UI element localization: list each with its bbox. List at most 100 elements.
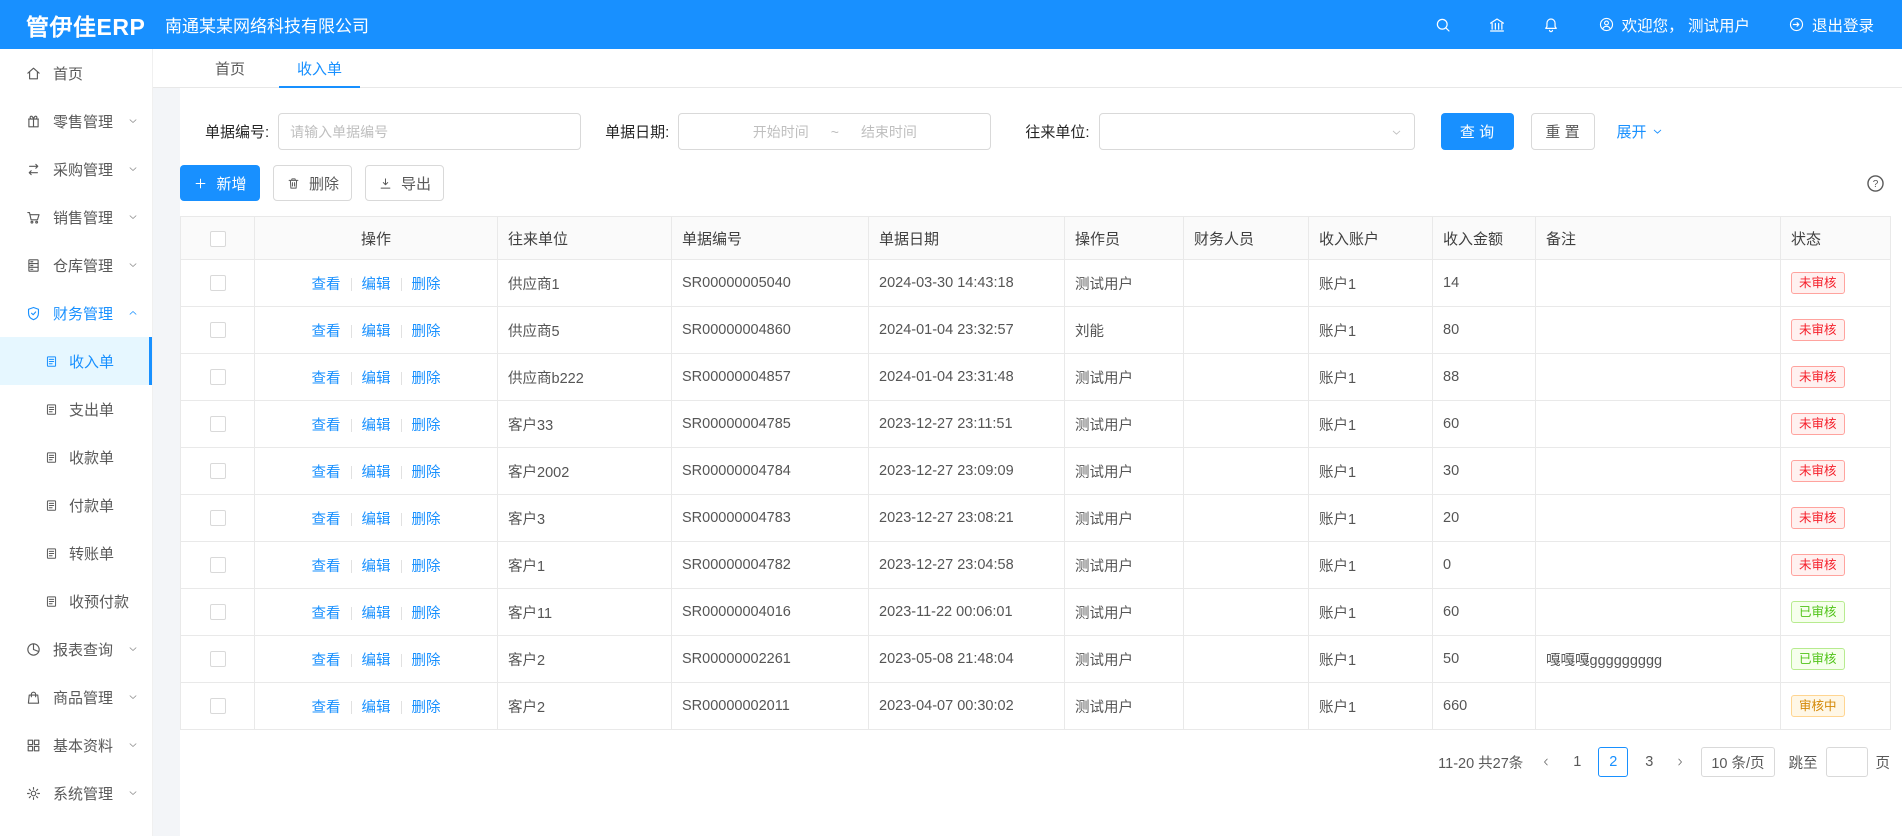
view-link[interactable]: 查看 [312,418,341,434]
delete-link[interactable]: 删除 [412,512,441,528]
delete-link[interactable]: 删除 [412,700,441,716]
table-row-2: 查看编辑删除 供应商5 SR00000004860 2024-01-04 23:… [181,307,1891,354]
sidebar-item-payment-bill[interactable]: 付款单 [0,481,152,529]
view-link[interactable]: 查看 [312,606,341,622]
search-icon[interactable] [1434,16,1452,34]
cell-amount: 88 [1433,354,1536,401]
doc-icon [44,450,59,465]
edit-link[interactable]: 编辑 [362,324,391,340]
delete-link[interactable]: 删除 [412,559,441,575]
logout-button[interactable]: 退出登录 [1788,14,1874,36]
view-link[interactable]: 查看 [312,559,341,575]
sidebar-item-advance-receipt[interactable]: 收预付款 [0,577,152,625]
bill-date-range-input[interactable]: 开始时间 ~ 结束时间 [678,113,991,150]
cell-remark [1536,260,1781,307]
jump-page-input[interactable] [1826,747,1868,777]
edit-link[interactable]: 编辑 [362,465,391,481]
app-header: 管伊佳ERP 南通某某网络科技有限公司 欢迎您， 测试用户 退出登录 [0,0,1902,49]
page-button-2[interactable]: 2 [1598,747,1628,777]
edit-link[interactable]: 编辑 [362,559,391,575]
prev-page-button[interactable] [1533,747,1559,777]
row-checkbox[interactable] [210,322,226,338]
export-button[interactable]: 导出 [365,165,444,201]
notification-bell-icon[interactable] [1542,16,1560,34]
download-icon [378,176,393,191]
cell-account: 账户1 [1309,542,1433,589]
row-checkbox[interactable] [210,604,226,620]
sidebar-item-system[interactable]: 系统管理 [0,769,152,817]
sidebar-item-warehouse[interactable]: 仓库管理 [0,241,152,289]
sidebar-item-income-bill[interactable]: 收入单 [0,337,152,385]
sidebar-item-home[interactable]: 首页 [0,49,152,97]
sidebar-item-transfer-bill[interactable]: 转账单 [0,529,152,577]
view-link[interactable]: 查看 [312,465,341,481]
delete-button[interactable]: 删除 [273,165,352,201]
page-number: 1 [1573,754,1581,770]
delete-link[interactable]: 删除 [412,606,441,622]
edit-link[interactable]: 编辑 [362,700,391,716]
delete-link[interactable]: 删除 [412,277,441,293]
row-checkbox[interactable] [210,275,226,291]
edit-link[interactable]: 编辑 [362,418,391,434]
platform-icon[interactable] [1488,16,1506,34]
help-icon[interactable]: ? [1865,173,1886,194]
sidebar-item-label: 支出单 [69,399,114,420]
page-button-1[interactable]: 1 [1562,747,1592,777]
edit-link[interactable]: 编辑 [362,371,391,387]
edit-link[interactable]: 编辑 [362,277,391,293]
delete-link[interactable]: 删除 [412,418,441,434]
row-checkbox[interactable] [210,369,226,385]
search-button[interactable]: 查 询 [1441,113,1514,150]
edit-link[interactable]: 编辑 [362,606,391,622]
select-all-checkbox[interactable] [210,231,226,247]
next-page-button[interactable] [1667,747,1693,777]
sidebar-item-finance[interactable]: 财务管理 [0,289,152,337]
sidebar-item-purchase[interactable]: 采购管理 [0,145,152,193]
cell-bill-no: SR00000002261 [672,636,869,683]
sidebar-item-expense-bill[interactable]: 支出单 [0,385,152,433]
partner-select[interactable] [1099,113,1415,150]
cell-finance-staff [1184,448,1309,495]
cell-bill-date: 2024-01-04 23:32:57 [869,307,1065,354]
chevron-down-icon [1390,126,1403,139]
row-checkbox[interactable] [210,463,226,479]
expand-toggle[interactable]: 展开 [1617,121,1664,142]
home-icon [25,65,42,82]
sidebar-item-sales[interactable]: 销售管理 [0,193,152,241]
table-row-4: 查看编辑删除 客户33 SR00000004785 2023-12-27 23:… [181,401,1891,448]
row-checkbox[interactable] [210,510,226,526]
edit-link[interactable]: 编辑 [362,512,391,528]
delete-link[interactable]: 删除 [412,465,441,481]
reset-button[interactable]: 重 置 [1531,113,1595,150]
page-size-select[interactable]: 10 条/页 [1701,747,1774,777]
bill-no-input[interactable] [278,113,581,150]
sidebar-item-basic[interactable]: 基本资料 [0,721,152,769]
view-link[interactable]: 查看 [312,512,341,528]
col-actions: 操作 [255,217,498,260]
chevron-down-icon [127,211,139,223]
row-checkbox[interactable] [210,651,226,667]
row-checkbox[interactable] [210,698,226,714]
sidebar-item-retail[interactable]: 零售管理 [0,97,152,145]
view-link[interactable]: 查看 [312,324,341,340]
edit-link[interactable]: 编辑 [362,653,391,669]
view-link[interactable]: 查看 [312,371,341,387]
sidebar-item-receipt-bill[interactable]: 收款单 [0,433,152,481]
add-button[interactable]: 新增 [180,165,260,201]
cell-operator: 刘能 [1065,307,1184,354]
delete-link[interactable]: 删除 [412,371,441,387]
row-checkbox[interactable] [210,557,226,573]
user-menu[interactable]: 欢迎您， 测试用户 [1598,14,1750,36]
view-link[interactable]: 查看 [312,653,341,669]
view-link[interactable]: 查看 [312,277,341,293]
sidebar-item-goods[interactable]: 商品管理 [0,673,152,721]
row-checkbox[interactable] [210,416,226,432]
tab-home[interactable]: 首页 [197,49,263,87]
delete-link[interactable]: 删除 [412,653,441,669]
sidebar-item-report[interactable]: 报表查询 [0,625,152,673]
sidebar-item-label: 销售管理 [53,207,113,228]
page-button-3[interactable]: 3 [1634,747,1664,777]
view-link[interactable]: 查看 [312,700,341,716]
tab-income-bill[interactable]: 收入单 [279,49,360,87]
delete-link[interactable]: 删除 [412,324,441,340]
